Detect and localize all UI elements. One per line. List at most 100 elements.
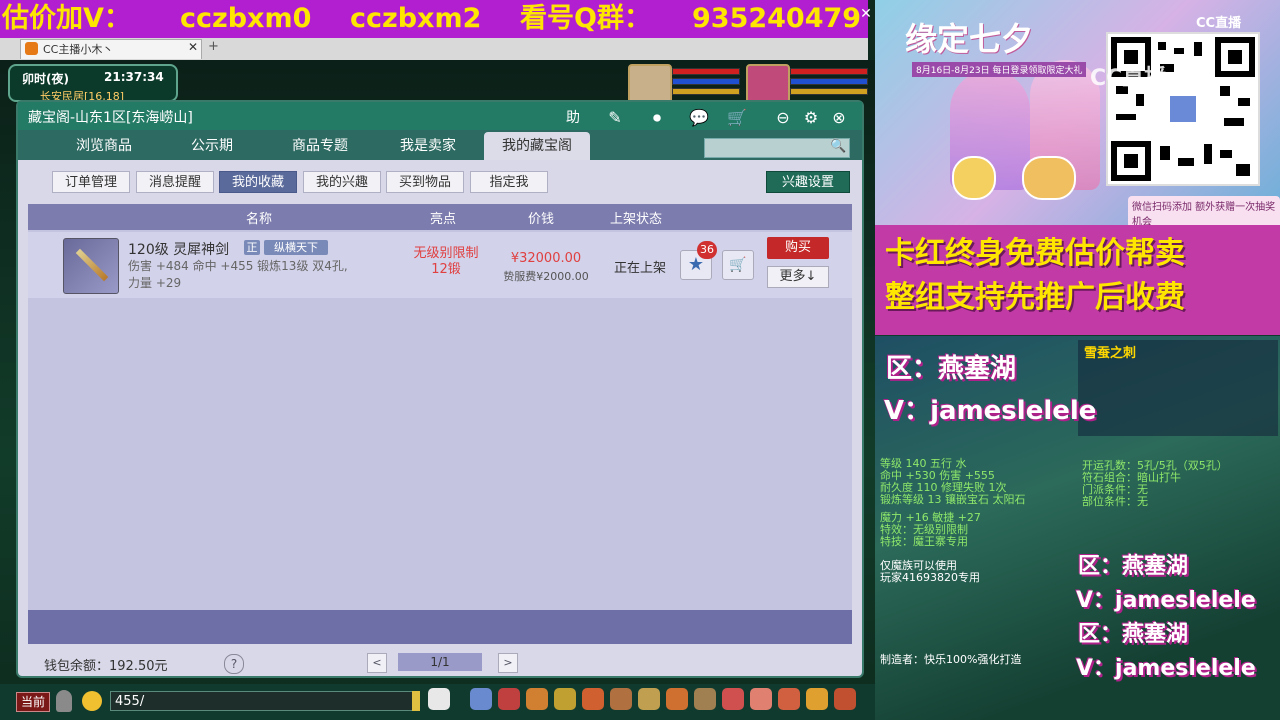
event-title: 缘定七夕: [905, 20, 1034, 58]
prev-page-button[interactable]: <: [367, 653, 387, 673]
system-shortcut-icon[interactable]: [834, 688, 856, 710]
game-stat-line: 玩家41693820专用: [880, 571, 980, 584]
item-highlight-1: 无级别限制: [413, 246, 479, 261]
pet-mp-bar: [672, 78, 740, 85]
emoji-icon[interactable]: [82, 691, 102, 711]
chat-input[interactable]: 455/: [110, 691, 416, 711]
subtab-assigned[interactable]: 指定我: [470, 171, 548, 193]
search-input[interactable]: [704, 138, 850, 158]
favorite-count-badge: 36: [697, 241, 717, 259]
banner-text-wechat-1: cczbxm0: [180, 3, 312, 34]
player-anger-bar: [790, 88, 868, 95]
record-icon[interactable]: ⏺: [646, 108, 668, 128]
banner-text-qq-group: 935240479: [692, 3, 862, 34]
watermark-zone-3: 区：燕塞湖: [1078, 622, 1189, 647]
pet-exp-bar: [672, 88, 740, 95]
event-date: 8月16日-8月23日 每日登录领取限定大礼: [912, 62, 1087, 77]
watermark-zone-2: 区：燕塞湖: [1078, 554, 1189, 579]
skill-shortcut-icon[interactable]: [778, 688, 800, 710]
tab-topics[interactable]: 商品专题: [268, 132, 372, 160]
tab-my-pavilion[interactable]: 我的藏宝阁: [484, 132, 590, 160]
gang-shortcut-icon[interactable]: [638, 688, 660, 710]
item-tag-server: 纵横天下: [264, 240, 328, 255]
list-footer-bar: [28, 610, 852, 644]
gear-icon[interactable]: ⚙: [800, 108, 822, 128]
peach-shortcut-icon[interactable]: [750, 688, 772, 710]
interest-settings-button[interactable]: 兴趣设置: [766, 171, 850, 193]
subtab-messages[interactable]: 消息提醒: [136, 171, 214, 193]
banner-text-wechat-2: cczbxm2: [350, 3, 482, 34]
more-button[interactable]: 更多↓: [767, 266, 829, 288]
sword-shortcut-icon[interactable]: [470, 688, 492, 710]
next-page-button[interactable]: >: [498, 653, 518, 673]
promo-line-2: 整组支持先推广后收费: [885, 280, 1185, 315]
column-header-price: 价钱: [528, 212, 555, 227]
item-price: ¥32000.00: [510, 251, 582, 266]
give-shortcut-icon[interactable]: [694, 688, 716, 710]
close-icon[interactable]: ⊗: [828, 108, 850, 128]
item-fee: 贽服费¥2000.00: [503, 270, 589, 283]
tab-public[interactable]: 公示期: [160, 132, 264, 160]
item-name[interactable]: 120级 灵犀神剑: [128, 239, 229, 259]
input-scrollbar[interactable]: [412, 691, 420, 711]
buy-button[interactable]: 购买: [767, 237, 829, 259]
chat-icon[interactable]: 💬: [688, 108, 710, 128]
chat-channel-button[interactable]: 当前: [16, 692, 50, 712]
pet-shortcut-icon[interactable]: [582, 688, 604, 710]
wallet-balance: 钱包余额：192.50元: [44, 659, 168, 674]
search-icon[interactable]: 🔍: [830, 139, 846, 154]
quest-shortcut-icon[interactable]: [610, 688, 632, 710]
close-icon[interactable]: ✕: [858, 6, 874, 22]
column-header-status: 上架状态: [610, 212, 663, 227]
cat-icon[interactable]: [428, 688, 450, 710]
reward-badge-icon: [952, 156, 996, 200]
watermark-wechat-1: V：jameslelele: [884, 396, 1097, 426]
flame-icon: [25, 42, 38, 55]
pet-hp-bar: [672, 68, 740, 75]
assist-button[interactable]: 助: [562, 108, 584, 128]
item-shortcut-icon[interactable]: [526, 688, 548, 710]
game-time-label: 卯时(夜): [22, 72, 69, 86]
game-stat-line: 特技：魔王寨专用: [880, 535, 968, 548]
subtab-orders[interactable]: 订单管理: [52, 171, 130, 193]
friend-shortcut-icon[interactable]: [666, 688, 688, 710]
player-avatar[interactable]: [746, 64, 790, 104]
game-item-title: 雪蚕之刺: [1084, 346, 1137, 361]
tab-close-icon[interactable]: ✕: [188, 40, 198, 54]
banner-text-price: 估价加V：: [2, 3, 131, 34]
trade-shortcut-icon[interactable]: [722, 688, 744, 710]
player-mp-bar: [790, 78, 868, 85]
new-tab-button[interactable]: +: [208, 39, 219, 54]
qr-code-icon: [1111, 37, 1255, 181]
help-icon[interactable]: ?: [224, 654, 244, 674]
item-tooltip-right: 开运孔数：5孔/5孔（双5孔） 符石组合：暗山打牛 门派条件：无 部位条件：无: [1082, 460, 1272, 508]
player-hp-bar: [790, 68, 868, 75]
item-highlights: 无级别限制 12锻: [400, 246, 492, 278]
subtab-favorites[interactable]: 我的收藏: [219, 171, 297, 193]
dialog-title: 藏宝阁-山东1区[东海崂山]: [28, 110, 193, 126]
browser-tab[interactable]: CC主播小木丶: [20, 39, 202, 59]
cc-live-logo: CC直播: [1196, 16, 1242, 31]
attack-shortcut-icon[interactable]: [498, 688, 520, 710]
tab-seller[interactable]: 我是卖家: [376, 132, 480, 160]
qr-code: [1106, 32, 1260, 186]
cc-watermark: CC直播: [1090, 66, 1167, 91]
game-right-line: 部位条件：无: [1082, 495, 1148, 508]
microphone-icon[interactable]: [56, 690, 72, 712]
smiley-shortcut-icon[interactable]: [806, 688, 828, 710]
edit-icon[interactable]: ✎: [604, 108, 626, 128]
banner-text-qq-label: 看号Q群：: [520, 3, 651, 34]
subtab-interests[interactable]: 我的兴趣: [303, 171, 381, 193]
cart-icon[interactable]: 🛒: [726, 108, 748, 128]
tab-browse[interactable]: 浏览商品: [52, 132, 156, 160]
add-to-cart-icon[interactable]: 🛒: [722, 250, 754, 280]
subtab-bought[interactable]: 买到物品: [386, 171, 464, 193]
reward-badge-icon-2: [1022, 156, 1076, 200]
game-stat-line: 制造者：快乐100%强化打造: [880, 653, 1022, 666]
minimize-icon[interactable]: ⊖: [772, 108, 794, 128]
watermark-wechat-3: V：jameslelele: [1076, 656, 1256, 681]
pet-avatar[interactable]: [628, 64, 672, 104]
status-badge: 正在上架: [613, 261, 666, 276]
team-shortcut-icon[interactable]: [554, 688, 576, 710]
page-indicator: 1/1: [398, 653, 482, 671]
